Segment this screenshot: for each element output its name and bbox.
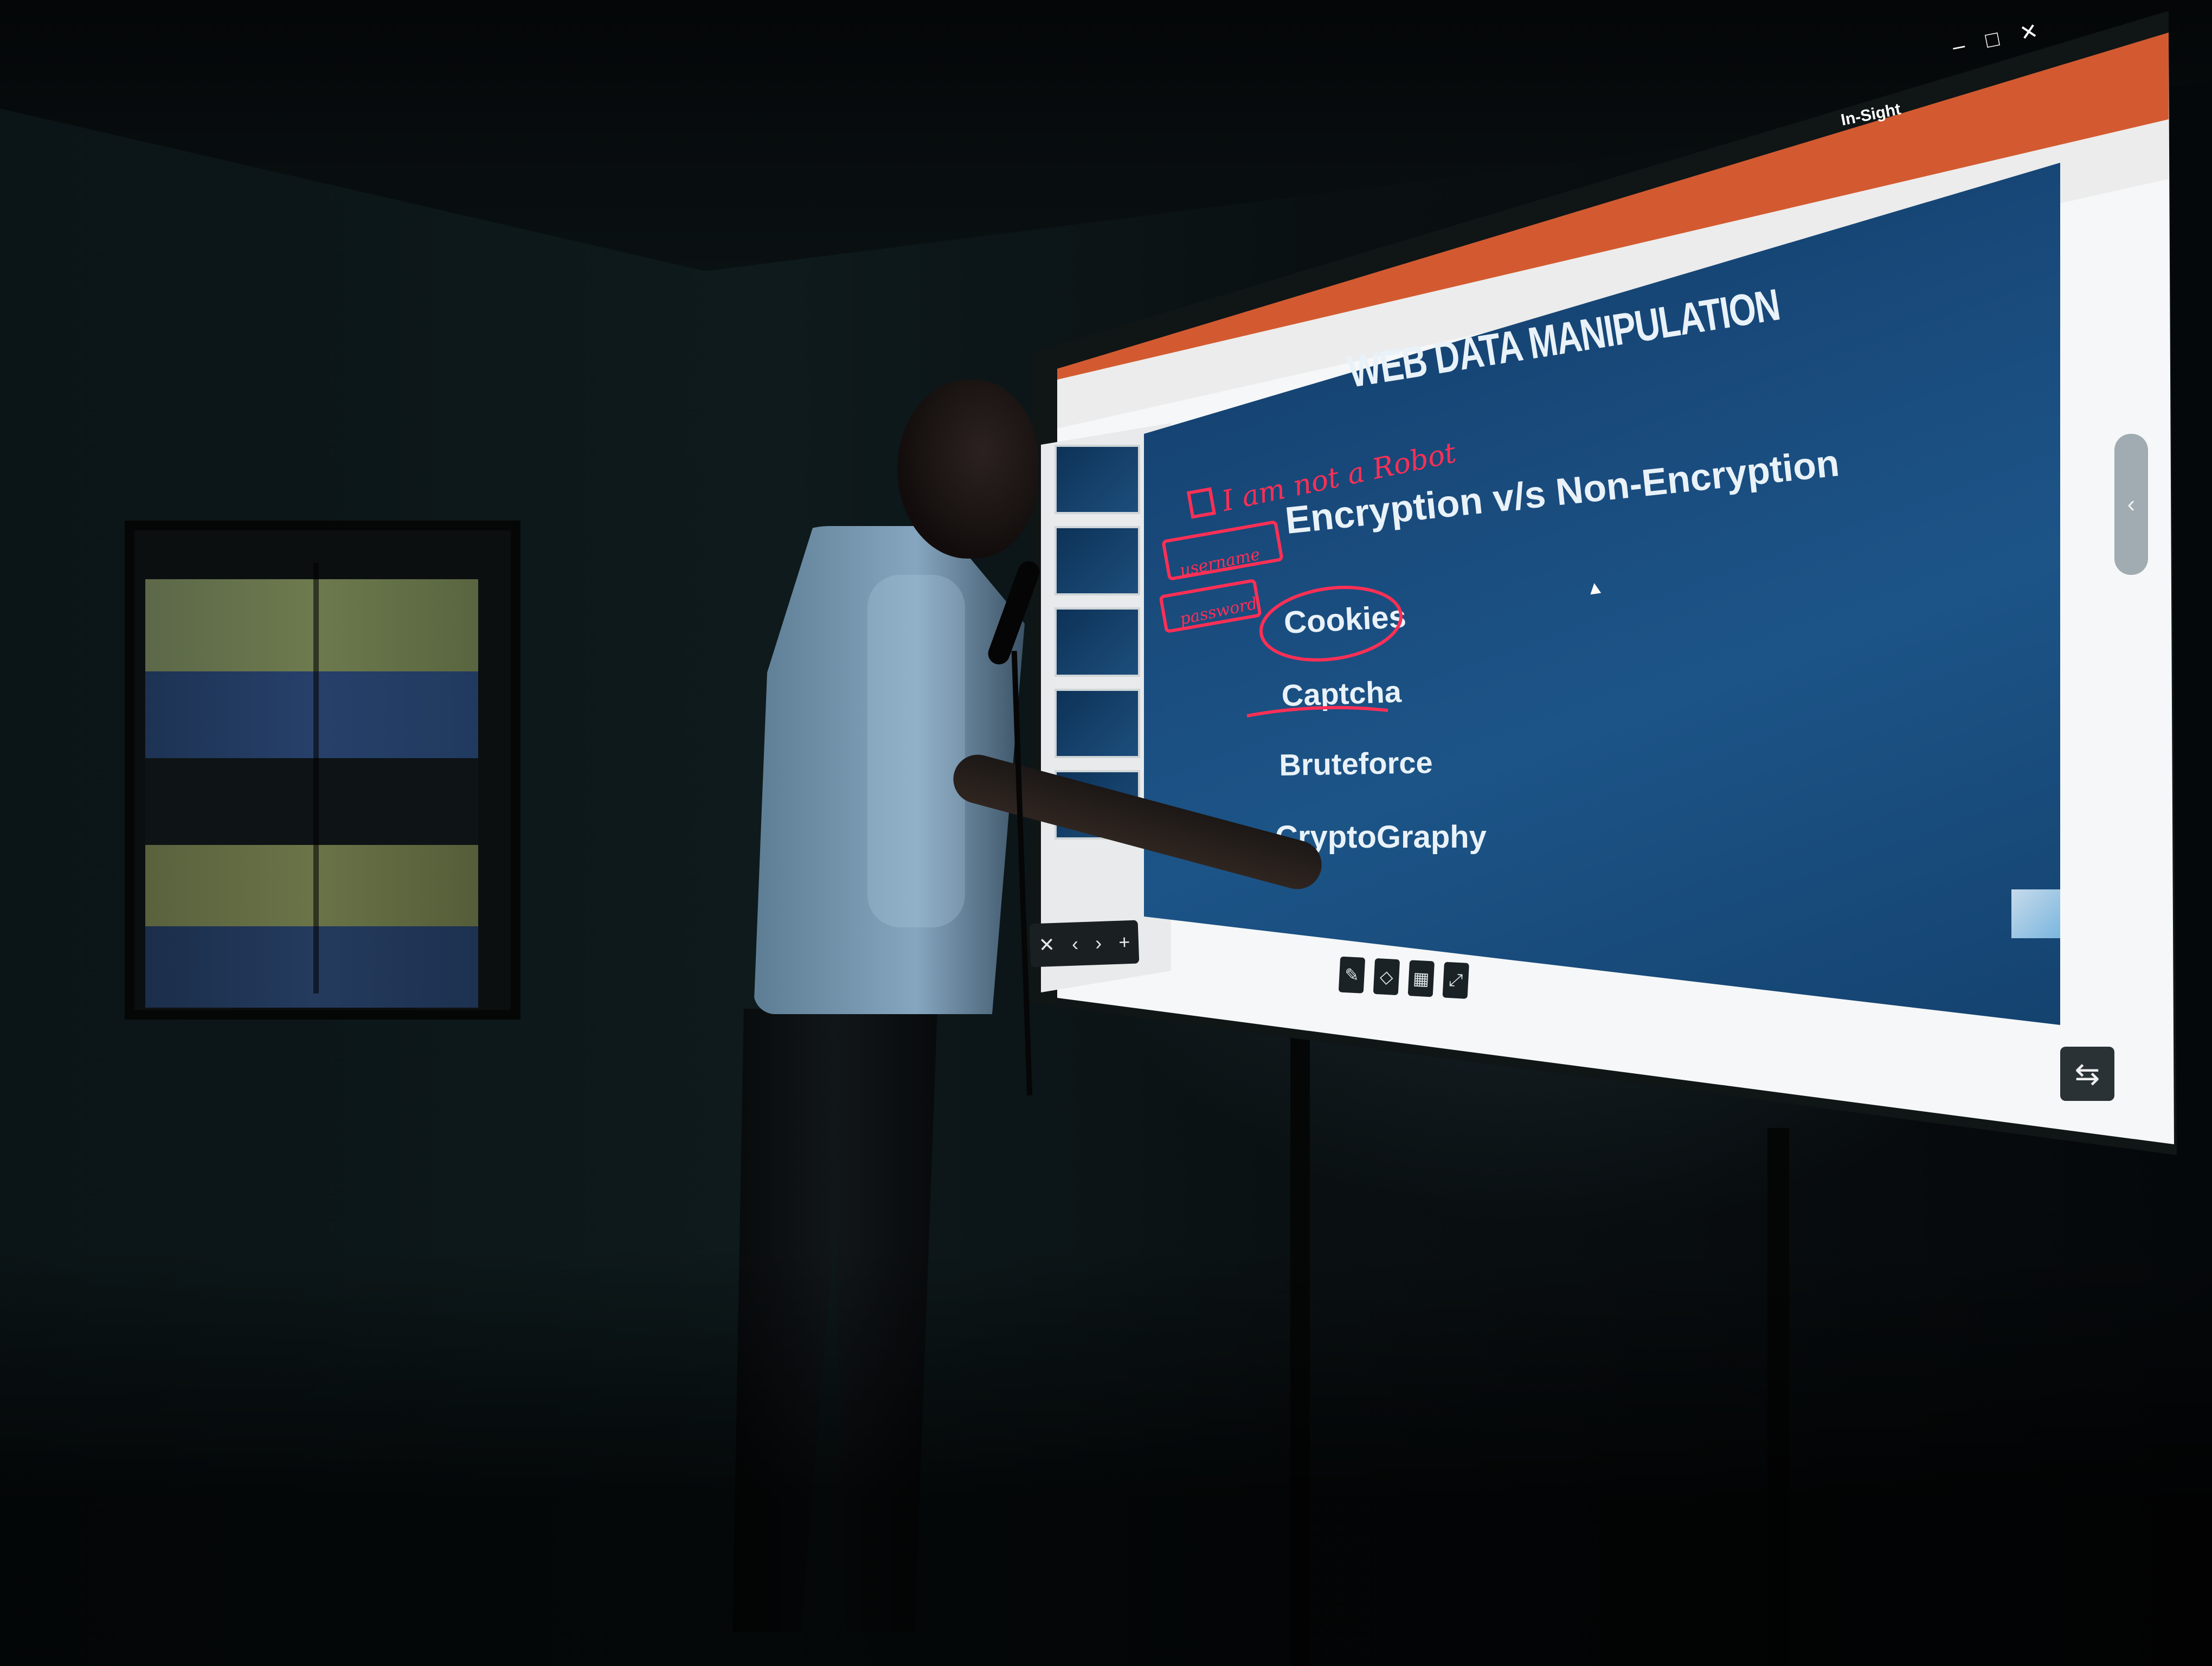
- window-with-curtains: [125, 521, 520, 1020]
- close-icon[interactable]: ✕: [1038, 933, 1056, 956]
- slide-light-glare: [2011, 889, 2060, 938]
- side-panel-tab[interactable]: ‹: [2114, 434, 2148, 575]
- add-icon[interactable]: +: [1118, 931, 1130, 953]
- chevron-right-icon[interactable]: ›: [1095, 932, 1102, 954]
- slide-bullet: Cookies: [1283, 599, 1407, 641]
- mouse-cursor-icon: ▲: [1584, 576, 1606, 600]
- swap-icon: ⇆: [2074, 1056, 2100, 1091]
- floor-shadow: [0, 1247, 2212, 1666]
- shrink-icon[interactable]: ⤢: [1442, 962, 1469, 999]
- presenter-head: [897, 380, 1038, 559]
- slide-thumbnail[interactable]: [1054, 607, 1140, 677]
- curtain-stripe-olive: [145, 845, 478, 926]
- chevron-left-icon[interactable]: ‹: [1071, 932, 1078, 954]
- slide-bullet: Bruteforce: [1278, 745, 1433, 783]
- slide-thumbnail[interactable]: [1054, 526, 1140, 595]
- eraser-icon[interactable]: ◇: [1373, 958, 1400, 996]
- slide-navigation-toolbar[interactable]: ✕ ‹ › +: [1029, 920, 1140, 967]
- chevron-left-icon[interactable]: ‹: [2127, 491, 2136, 518]
- slide-thumbnail[interactable]: [1054, 445, 1140, 514]
- shirt-light-reflection: [867, 575, 965, 927]
- annotation-toolbar[interactable]: ✎ ◇ ▦ ⤢: [1338, 956, 1476, 1007]
- grid-icon[interactable]: ▦: [1407, 960, 1435, 997]
- photo-scene: In-Sight –□✕ WEB DATA MANIPULATION Encry…: [0, 0, 2212, 1666]
- curtain-stripe-olive: [145, 579, 478, 671]
- slide-bullet: Captcha: [1281, 674, 1402, 713]
- curtain-gap: [313, 563, 319, 994]
- slide-thumbnail[interactable]: [1054, 689, 1140, 758]
- curtain-stripe-dark: [145, 758, 478, 845]
- pen-icon[interactable]: ✎: [1338, 956, 1366, 994]
- microphone-cable: [1011, 651, 1033, 1095]
- swap-button[interactable]: ⇆: [2060, 1047, 2114, 1101]
- curtain-stripe-blue: [145, 926, 478, 1008]
- curtain-stripe-blue: [145, 671, 478, 758]
